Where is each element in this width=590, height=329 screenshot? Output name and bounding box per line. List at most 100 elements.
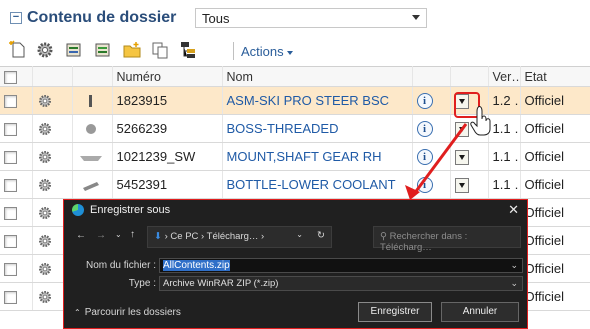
row-info[interactable]: i xyxy=(412,142,451,171)
table-row[interactable]: 5266239BOSS-THREADEDi 1.1 …Officiel xyxy=(0,114,590,143)
actions-label: Actions xyxy=(241,44,284,59)
settings-gear-icon[interactable] xyxy=(37,233,53,249)
new-document-icon[interactable] xyxy=(8,40,28,60)
row-select[interactable] xyxy=(0,86,33,115)
refresh-icon[interactable]: ↻ xyxy=(317,230,325,241)
row-download[interactable] xyxy=(450,114,489,143)
filename-input[interactable]: AllContents.zip ⌄ xyxy=(159,258,523,273)
row-checkbox[interactable] xyxy=(4,291,17,305)
row-nom-link[interactable]: BOTTLE-LOWER COOLANT xyxy=(222,170,413,199)
row-version: 1.1 … xyxy=(488,114,521,143)
address-bar[interactable]: ⬇ › Ce PC › Télécharg… › ⌄ ↻ xyxy=(147,226,332,248)
back-arrow-icon[interactable]: ← xyxy=(76,230,86,241)
header-nom[interactable]: Nom xyxy=(222,66,413,87)
structure-icon[interactable] xyxy=(178,40,198,60)
chevron-up-icon: ⌃ xyxy=(74,308,81,317)
row-etat: Officiel xyxy=(520,114,590,143)
row-checkbox[interactable] xyxy=(4,123,17,137)
save-button[interactable]: Enregistrer xyxy=(358,302,432,322)
info-icon[interactable]: i xyxy=(416,121,433,137)
copy-icon[interactable] xyxy=(150,40,170,60)
info-icon[interactable]: i xyxy=(416,177,433,193)
info-icon[interactable]: i xyxy=(416,149,433,165)
checkout-icon[interactable] xyxy=(93,40,113,60)
row-download[interactable] xyxy=(450,170,489,199)
row-numero: 5266239 xyxy=(112,114,223,143)
settings-gear-icon[interactable] xyxy=(37,177,53,193)
filename-chevron-icon[interactable]: ⌄ xyxy=(510,259,518,272)
row-select[interactable] xyxy=(0,198,33,227)
forward-arrow-icon[interactable]: → xyxy=(96,230,106,241)
row-actions[interactable] xyxy=(32,114,73,143)
row-select[interactable] xyxy=(0,226,33,255)
address-chevron-icon[interactable]: ⌄ xyxy=(296,230,303,239)
download-icon[interactable] xyxy=(454,121,469,137)
settings-gear-icon[interactable] xyxy=(37,93,53,109)
row-select[interactable] xyxy=(0,170,33,199)
row-info[interactable]: i xyxy=(412,170,451,199)
download-highlight xyxy=(454,92,480,118)
row-select[interactable] xyxy=(0,254,33,283)
row-checkbox[interactable] xyxy=(4,207,17,221)
row-actions[interactable] xyxy=(32,86,73,115)
table-row[interactable]: 1021239_SWMOUNT,SHAFT GEAR RHi 1.1 …Offic… xyxy=(0,142,590,171)
search-icon: ⚲ xyxy=(380,231,387,242)
folder-icon[interactable] xyxy=(122,40,142,60)
row-version: 1.1 … xyxy=(488,170,521,199)
row-nom-link[interactable]: ASM-SKI PRO STEER BSC xyxy=(222,86,413,115)
download-icon[interactable] xyxy=(454,149,469,165)
filetype-select[interactable]: Archive WinRAR ZIP (*.zip) ⌄ xyxy=(159,276,523,291)
actions-menu-button[interactable]: Actions xyxy=(241,44,293,59)
dialog-search-input[interactable]: ⚲ Rechercher dans : Télécharg… xyxy=(373,226,521,253)
up-arrow-icon[interactable]: ↑ xyxy=(130,229,135,240)
header-version[interactable]: Ver… xyxy=(488,66,521,87)
settings-gear-icon[interactable] xyxy=(37,289,53,305)
row-checkbox[interactable] xyxy=(4,263,17,277)
recent-chevron-icon[interactable]: ⌄ xyxy=(115,230,122,239)
cancel-button[interactable]: Annuler xyxy=(441,302,519,322)
header-numero[interactable]: Numéro xyxy=(112,66,223,87)
row-actions[interactable] xyxy=(32,170,73,199)
row-numero: 5452391 xyxy=(112,170,223,199)
header-select-all[interactable] xyxy=(0,66,33,87)
row-checkbox[interactable] xyxy=(4,95,17,109)
settings-gear-icon[interactable] xyxy=(37,121,53,137)
search-placeholder: Rechercher dans : Télécharg… xyxy=(380,231,468,253)
row-etat: Officiel xyxy=(520,282,590,311)
select-all-checkbox[interactable] xyxy=(4,70,17,84)
info-icon[interactable]: i xyxy=(416,93,433,109)
header-etat[interactable]: Etat xyxy=(520,66,590,87)
settings-gear-icon[interactable] xyxy=(37,149,53,165)
row-select[interactable] xyxy=(0,114,33,143)
row-info[interactable]: i xyxy=(412,114,451,143)
settings-gear-icon[interactable] xyxy=(37,261,53,277)
table-row[interactable]: 1823915ASM-SKI PRO STEER BSCi 1.2 …Offici… xyxy=(0,86,590,115)
row-select[interactable] xyxy=(0,142,33,171)
row-nom-link[interactable]: MOUNT,SHAFT GEAR RH xyxy=(222,142,413,171)
header-cell-blank xyxy=(412,66,451,87)
close-icon[interactable]: ✕ xyxy=(508,202,519,218)
filter-select[interactable]: Tous xyxy=(195,8,427,28)
table-row[interactable]: 5452391BOTTLE-LOWER COOLANTi 1.1 …Officie… xyxy=(0,170,590,199)
row-select[interactable] xyxy=(0,282,33,311)
row-checkbox[interactable] xyxy=(4,151,17,165)
filter-value: Tous xyxy=(202,11,230,26)
row-actions[interactable] xyxy=(32,142,73,171)
row-etat: Officiel xyxy=(520,226,590,255)
settings-gear-icon[interactable] xyxy=(35,40,55,60)
row-thumbnail xyxy=(72,114,113,143)
browse-folders-toggle[interactable]: ⌃ Parcourir les dossiers xyxy=(74,307,181,318)
filetype-chevron-icon: ⌄ xyxy=(510,278,518,288)
row-etat: Officiel xyxy=(520,198,590,227)
download-icon[interactable] xyxy=(454,177,469,193)
checkin-icon[interactable] xyxy=(64,40,84,60)
settings-gear-icon[interactable] xyxy=(37,205,53,221)
toolbar: Actions xyxy=(0,36,590,66)
row-info[interactable]: i xyxy=(412,86,451,115)
caret-down-icon xyxy=(286,50,293,55)
row-checkbox[interactable] xyxy=(4,179,17,193)
row-checkbox[interactable] xyxy=(4,235,17,249)
row-download[interactable] xyxy=(450,142,489,171)
row-nom-link[interactable]: BOSS-THREADED xyxy=(222,114,413,143)
collapse-icon[interactable]: − xyxy=(10,12,22,24)
